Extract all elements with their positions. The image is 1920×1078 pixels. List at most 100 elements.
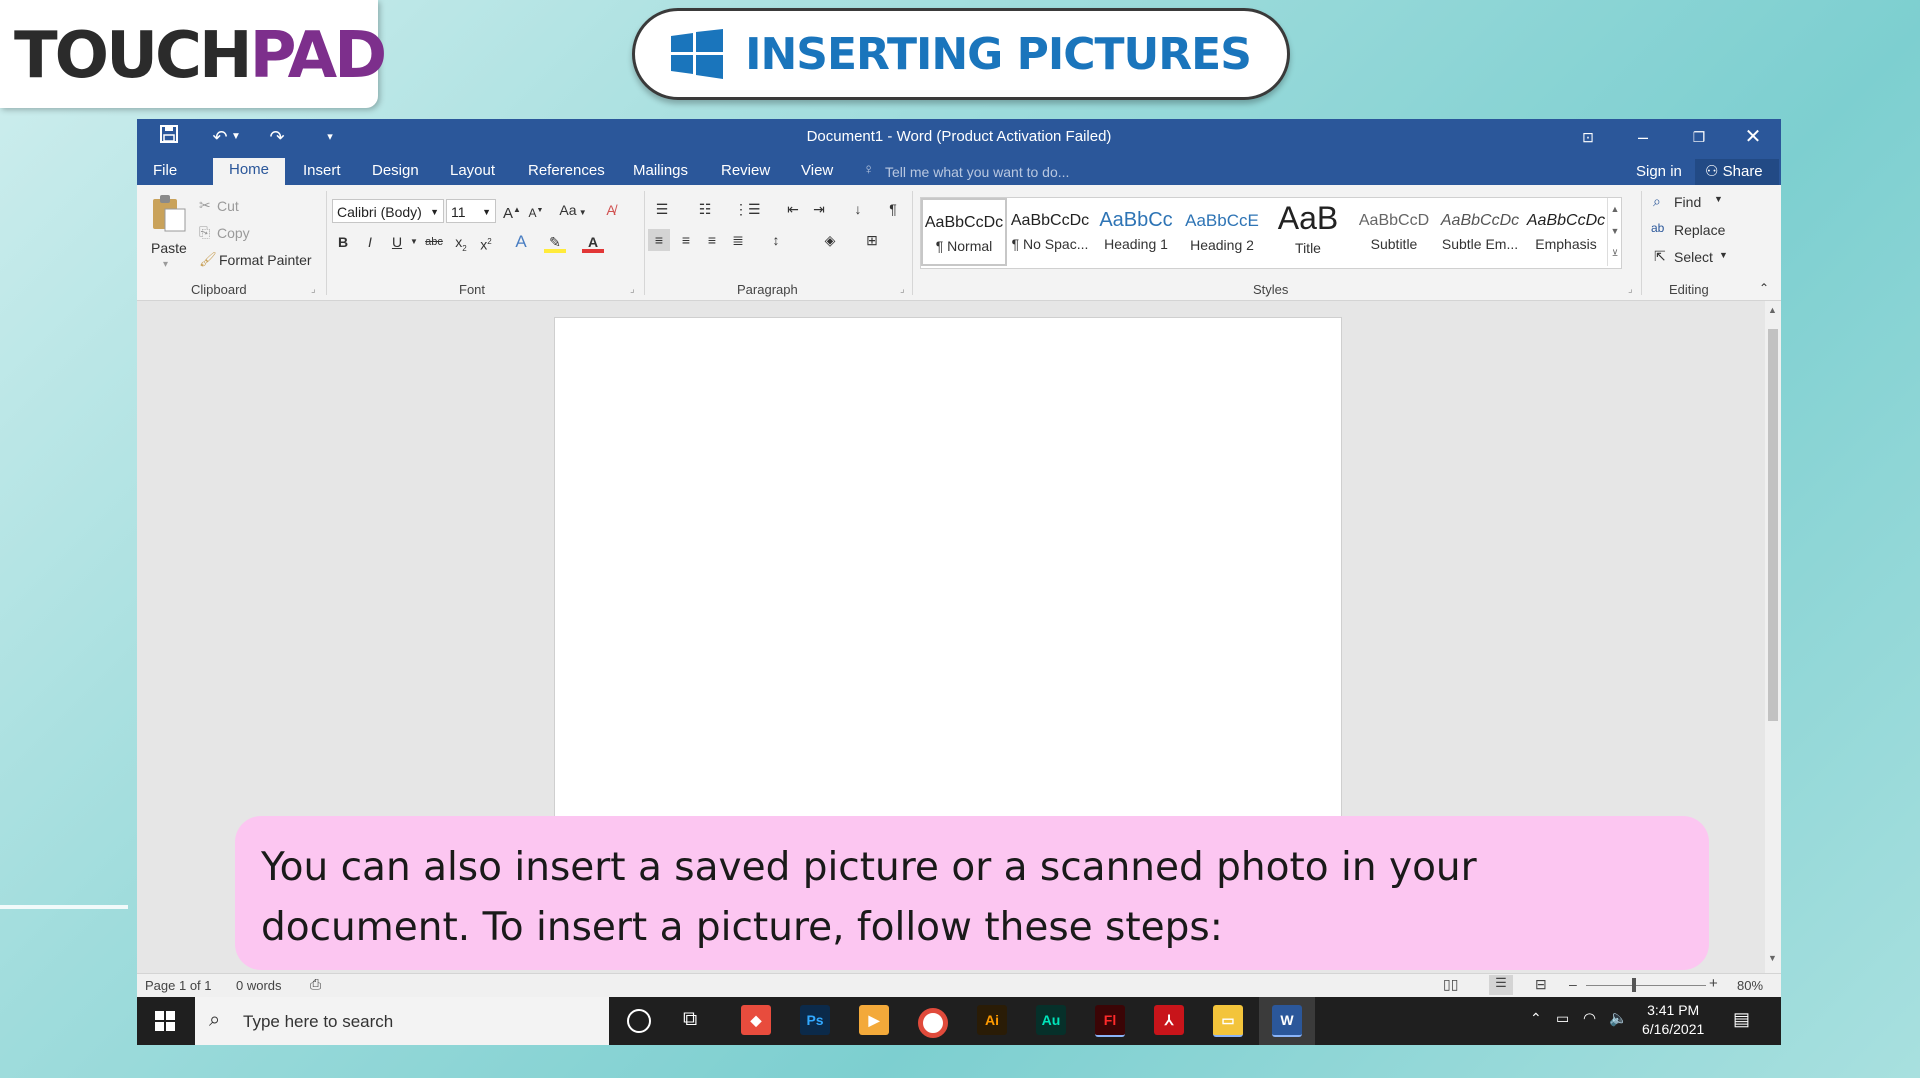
find-dropdown-icon[interactable]: ▼ (1714, 194, 1723, 204)
minimize-icon[interactable]: – (1630, 125, 1656, 149)
zoom-slider-thumb[interactable] (1632, 978, 1636, 992)
tray-chevron-icon[interactable]: ⌃ (1530, 1010, 1542, 1027)
tab-review[interactable]: Review (705, 159, 786, 185)
style-emphasis[interactable]: AaBbCcDc Emphasis (1523, 198, 1609, 266)
style-subtitle[interactable]: AaBbCcD Subtitle (1351, 198, 1437, 266)
tab-design[interactable]: Design (356, 159, 435, 185)
underline-dropdown-icon[interactable]: ▼ (403, 231, 425, 253)
tab-home[interactable]: Home (213, 158, 286, 185)
styles-launcher-icon[interactable]: ⌟ (1628, 284, 1633, 295)
style-subtle-emphasis[interactable]: AaBbCcDc Subtle Em... (1437, 198, 1523, 266)
multilevel-list-icon[interactable]: ⋮☰ (734, 198, 761, 220)
style-heading-1[interactable]: AaBbCc Heading 1 (1093, 198, 1179, 266)
paste-button[interactable]: Paste (151, 240, 187, 256)
font-size-dropdown-icon[interactable]: ▼ (482, 200, 491, 224)
collapse-ribbon-icon[interactable]: ⌃ (1759, 281, 1769, 295)
zoom-out-icon[interactable]: – (1569, 976, 1577, 992)
taskbar-search[interactable]: ⌕ Type here to search (195, 997, 609, 1045)
scroll-down-icon[interactable]: ▼ (1768, 953, 1777, 963)
style-heading-2[interactable]: AaBbCcE Heading 2 (1179, 198, 1265, 266)
flash-icon[interactable]: Fl (1095, 1005, 1125, 1037)
select-dropdown-icon[interactable]: ▼ (1719, 250, 1728, 260)
start-button[interactable] (155, 1011, 175, 1036)
format-painter-icon[interactable]: 🖌 (199, 251, 217, 268)
strikethrough-icon[interactable]: abc (423, 231, 445, 253)
file-explorer-icon[interactable]: ▭ (1213, 1005, 1243, 1037)
find-icon[interactable]: ⌕ (1653, 193, 1661, 210)
paste-dropdown-icon[interactable]: ▾ (163, 259, 168, 270)
justify-icon[interactable]: ≣ (727, 229, 749, 251)
web-layout-icon[interactable]: ⊟ (1535, 976, 1547, 993)
taskbar-clock[interactable]: 3:41 PM 6/16/2021 (1642, 1001, 1704, 1039)
scrollbar-thumb[interactable] (1768, 329, 1778, 721)
read-mode-icon[interactable]: ▯▯ (1443, 976, 1458, 993)
share-button[interactable]: ⚇ Share (1695, 159, 1779, 185)
copy-icon[interactable]: ⎘ (199, 224, 210, 241)
line-spacing-icon[interactable]: ↕ (765, 229, 787, 251)
shrink-font-icon[interactable]: A▼ (525, 200, 547, 222)
restore-icon[interactable]: ❐ (1686, 125, 1712, 149)
tab-insert[interactable]: Insert (287, 159, 357, 185)
increase-indent-icon[interactable]: ⇥ (808, 198, 830, 220)
illustrator-icon[interactable]: Ai (977, 1005, 1007, 1035)
tell-me-box[interactable]: Tell me what you want to do... (885, 164, 1069, 180)
font-launcher-icon[interactable]: ⌟ (630, 284, 635, 295)
task-view-icon[interactable]: ⧉ (683, 1008, 697, 1031)
tab-file[interactable]: File (137, 159, 193, 185)
select-icon[interactable]: ⇱ (1654, 248, 1666, 265)
zoom-in-icon[interactable]: + (1709, 975, 1718, 992)
ribbon-display-options-icon[interactable]: ⊡ (1575, 125, 1601, 149)
align-center-icon[interactable]: ≡ (675, 229, 697, 251)
paste-icon[interactable] (151, 193, 187, 235)
wifi-icon[interactable]: ◠ (1583, 1009, 1596, 1027)
battery-icon[interactable]: ▭ (1556, 1010, 1569, 1027)
shading-icon[interactable]: ◈ (819, 229, 841, 251)
style-no-spacing[interactable]: AaBbCcDc ¶ No Spac... (1007, 198, 1093, 266)
format-painter-button[interactable]: Format Painter (219, 252, 312, 268)
cut-button[interactable]: Cut (217, 198, 239, 214)
acrobat-icon[interactable]: ⅄ (1154, 1005, 1184, 1035)
select-button[interactable]: Select (1674, 249, 1713, 265)
style-title[interactable]: AaB Title (1265, 198, 1351, 266)
tab-mailings[interactable]: Mailings (617, 159, 704, 185)
styles-scroll[interactable]: ▲ ▼ ⊻ (1607, 198, 1622, 266)
zoom-level[interactable]: 80% (1737, 978, 1763, 993)
word-count[interactable]: 0 words (236, 978, 282, 993)
clear-formatting-icon[interactable]: A̸ (600, 199, 622, 221)
highlight-color-icon[interactable]: ✎ (544, 231, 566, 253)
italic-icon[interactable]: I (359, 231, 381, 253)
align-left-icon[interactable]: ≡ (648, 229, 670, 251)
text-effects-icon[interactable]: A (510, 231, 532, 253)
find-button[interactable]: Find (1674, 194, 1701, 210)
tab-layout[interactable]: Layout (434, 159, 511, 185)
font-color-icon[interactable]: A (582, 231, 604, 253)
borders-icon[interactable]: ⊞ (861, 229, 883, 251)
anydesk-icon[interactable]: ◆ (741, 1005, 771, 1035)
volume-icon[interactable]: 🔈 (1609, 1009, 1628, 1027)
replace-icon[interactable]: ab (1651, 221, 1664, 235)
grow-font-icon[interactable]: A▲ (501, 199, 523, 222)
cortana-icon[interactable] (627, 1009, 651, 1033)
replace-button[interactable]: Replace (1674, 222, 1725, 238)
zoom-slider[interactable] (1586, 985, 1706, 986)
decrease-indent-icon[interactable]: ⇤ (782, 198, 804, 220)
sign-in-link[interactable]: Sign in (1636, 163, 1682, 180)
numbering-icon[interactable]: ☷ (694, 198, 716, 220)
close-icon[interactable]: ✕ (1740, 125, 1766, 149)
vertical-scrollbar[interactable]: ▲ ▼ (1765, 301, 1781, 973)
font-size-box[interactable]: 11 ▼ (446, 199, 496, 223)
superscript-icon[interactable]: x2 (475, 231, 497, 253)
change-case-button[interactable]: Aa ▼ (557, 199, 589, 221)
sort-icon[interactable]: ↓ (847, 198, 869, 220)
proofing-icon[interactable]: ⎙ (310, 976, 321, 993)
align-right-icon[interactable]: ≡ (701, 229, 723, 251)
tab-references[interactable]: References (512, 159, 621, 185)
print-layout-icon[interactable]: ☰ (1489, 975, 1513, 995)
chrome-icon[interactable] (918, 1008, 948, 1038)
font-name-dropdown-icon[interactable]: ▼ (430, 200, 439, 224)
paragraph-launcher-icon[interactable]: ⌟ (900, 284, 905, 295)
bullets-icon[interactable]: ☰ (651, 198, 673, 220)
subscript-icon[interactable]: x2 (450, 231, 472, 253)
page-count[interactable]: Page 1 of 1 (145, 978, 212, 993)
copy-button[interactable]: Copy (217, 225, 250, 241)
